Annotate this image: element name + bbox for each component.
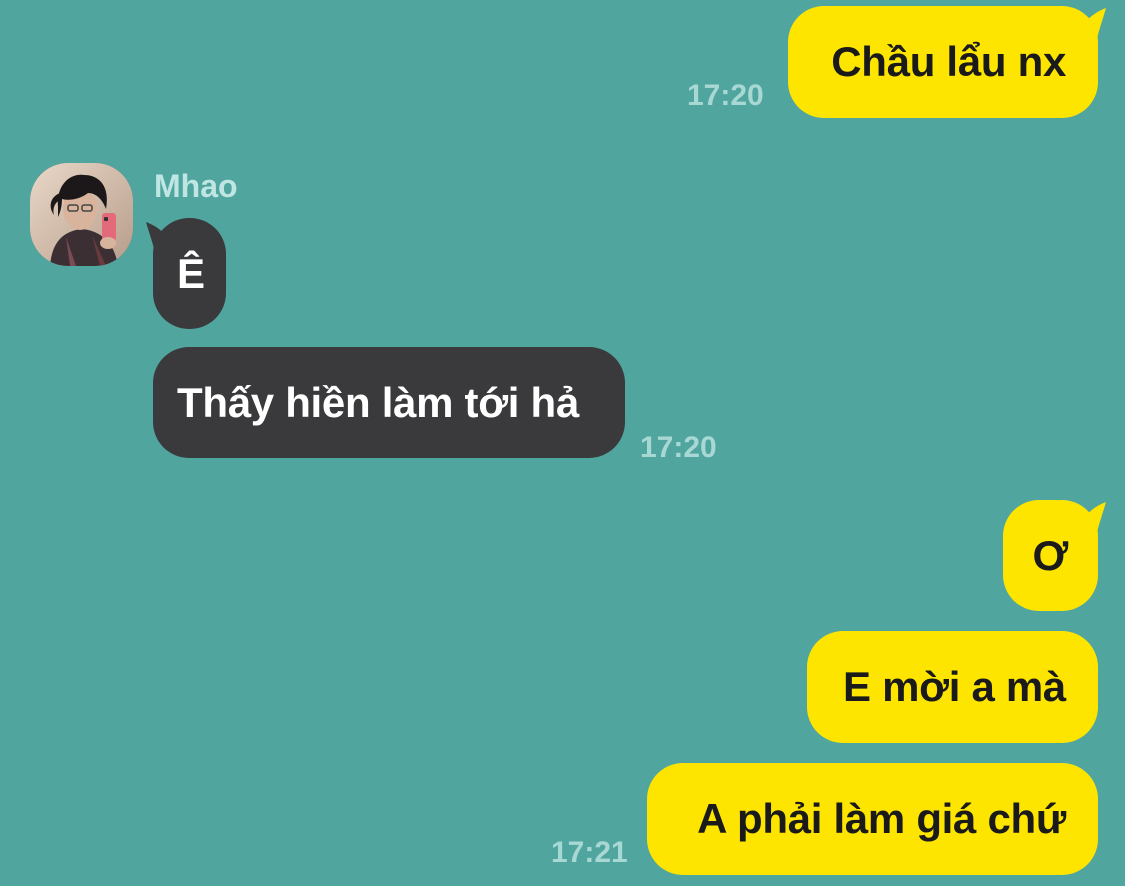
person-avatar-icon: [30, 163, 133, 266]
message-bubble-outgoing[interactable]: Chầu lẩu nx: [788, 6, 1098, 118]
message-timestamp: 17:20: [640, 431, 717, 464]
message-bubble-outgoing[interactable]: E mời a mà: [807, 631, 1098, 743]
chat-conversation: Chầu lẩu nx 17:20 Mhao Ê Thấy hiền làm t…: [0, 0, 1125, 886]
message-timestamp: 17:21: [551, 836, 628, 869]
sender-name: Mhao: [154, 168, 238, 204]
message-text: Chầu lẩu nx: [831, 38, 1066, 85]
message-text: Thấy hiền làm tới hả: [177, 378, 579, 426]
message-text: E mời a mà: [843, 663, 1066, 710]
message-bubble-incoming[interactable]: Thấy hiền làm tới hả: [153, 347, 625, 458]
message-bubble-outgoing[interactable]: Ơ: [1003, 500, 1098, 611]
message-text: A phải làm giá chứ: [697, 795, 1066, 842]
contact-avatar[interactable]: [30, 163, 133, 266]
message-bubble-outgoing[interactable]: A phải làm giá chứ: [647, 763, 1098, 875]
message-text: Ê: [177, 249, 205, 297]
message-bubble-incoming[interactable]: Ê: [153, 218, 226, 329]
message-text: Ơ: [1032, 531, 1068, 579]
message-timestamp: 17:20: [687, 79, 764, 112]
